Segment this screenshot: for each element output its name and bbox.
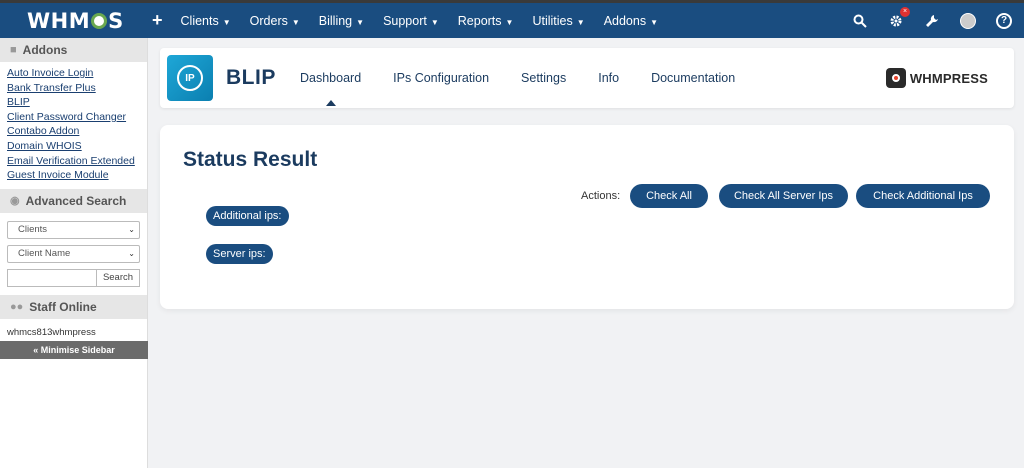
help-icon[interactable]: ? [996,12,1012,29]
sidebar-link-domain-whois[interactable]: Domain WHOIS [7,139,140,154]
logo-gear-icon [91,13,108,29]
status-title: Status Result [183,148,318,171]
wrench-icon[interactable] [924,13,940,29]
nav-orders[interactable]: Orders ▼ [250,14,300,28]
nav-clients[interactable]: Clients ▼ [181,14,231,28]
sidebar-link-auto-invoice-login[interactable]: Auto Invoice Login [7,66,140,81]
chevron-down-icon: ▼ [650,17,659,27]
nav-addons[interactable]: Addons ▼ [604,14,658,28]
advanced-search-form: Clients ⌄ Client Name ⌄ Search [0,213,147,295]
search-field-select[interactable]: Client Name ⌄ [7,244,140,263]
avatar [960,12,976,29]
tab-documentation[interactable]: Documentation [651,71,735,85]
search-input[interactable] [7,268,96,287]
chevron-down-icon: ⌄ [128,249,135,259]
check-all-button[interactable]: Check All [630,184,708,208]
server-ips-label: Server ips: [206,244,273,264]
quick-add-button[interactable]: + [152,10,163,31]
user-avatar[interactable] [960,12,976,29]
gear-alert-icon[interactable]: × [888,6,910,29]
addons-list: Auto Invoice Login Bank Transfer Plus BL… [0,62,147,189]
top-icon-group: × ? [852,3,1012,38]
alert-badge: × [900,6,910,17]
chevron-down-icon: ⌄ [128,225,135,235]
whmcs-logo[interactable]: WHM S [27,9,124,33]
chevron-down-icon: ▼ [291,17,300,27]
sidebar-link-guest-invoice-module[interactable]: Guest Invoice Module [7,168,140,183]
chevron-down-icon: ▼ [222,17,231,27]
chevron-down-icon: ▼ [505,17,514,27]
main-nav: + Clients ▼ Orders ▼ Billing ▼ Support ▼ Rep… [152,3,677,38]
nav-billing[interactable]: Billing ▼ [319,14,364,28]
search-type-select[interactable]: Clients ⌄ [7,220,140,239]
users-icon: ●● [10,300,24,313]
tab-settings[interactable]: Settings [521,71,566,85]
check-all-server-ips-button[interactable]: Check All Server Ips [719,184,848,208]
module-title: BLIP [226,66,276,89]
nav-support[interactable]: Support ▼ [383,14,439,28]
module-tabs: Dashboard IPs Configuration Settings Inf… [300,71,767,106]
advanced-search-header: ◉ Advanced Search [0,188,147,213]
tab-ips-configuration[interactable]: IPs Configuration [393,71,489,85]
sidebar-link-blip[interactable]: BLIP [7,95,140,110]
minimise-sidebar-button[interactable]: « Minimise Sidebar [0,341,148,359]
search-icon[interactable] [852,13,868,29]
tab-dashboard[interactable]: Dashboard [300,71,361,106]
chevron-down-icon: ▼ [356,17,365,27]
sidebar-link-contabo-addon[interactable]: Contabo Addon [7,124,140,139]
actions-label: Actions: [581,190,621,202]
chevron-down-icon: ▼ [430,17,439,27]
module-header-card: IP BLIP Dashboard IPs Configuration Sett… [160,48,1014,108]
addons-panel-header: ■ Addons [0,38,147,62]
whmpress-brand[interactable]: WHMPRESS [885,68,988,88]
nav-utilities[interactable]: Utilities ▼ [532,14,584,28]
search-button[interactable]: Search [96,268,140,287]
search-row: Search [7,268,140,287]
sidebar-link-email-verification-extended[interactable]: Email Verification Extended [7,154,140,169]
binoculars-icon: ◉ [10,195,20,208]
tab-info[interactable]: Info [598,71,619,85]
cube-icon: ■ [10,44,17,56]
sidebar-link-client-password-changer[interactable]: Client Password Changer [7,110,140,125]
status-result-card: Status Result Actions: Check All Check A… [160,125,1014,309]
staff-online-header: ●● Staff Online [0,294,147,319]
sidebar-link-bank-transfer-plus[interactable]: Bank Transfer Plus [7,81,140,96]
additional-ips-label: Additional ips: [206,206,289,226]
check-additional-ips-button[interactable]: Check Additional Ips [856,184,990,208]
whmpress-logo-icon [885,68,906,88]
chevron-down-icon: ▼ [576,17,585,27]
blip-logo: IP [167,55,213,101]
nav-reports[interactable]: Reports ▼ [458,14,514,28]
blip-logo-icon: IP [177,65,203,91]
top-navbar: WHM S + Clients ▼ Orders ▼ Billing ▼ Support… [0,0,1024,38]
sidebar: ■ Addons Auto Invoice Login Bank Transfe… [0,38,148,468]
